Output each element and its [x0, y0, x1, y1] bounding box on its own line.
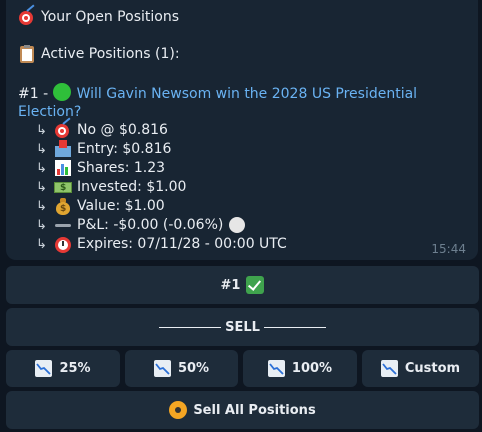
position-question: #1 - Will Gavin Newsom win the 2028 US P… [18, 83, 458, 121]
position-button-label: #1 [220, 277, 241, 293]
message-bubble: Your Open Positions Active Positions (1)… [6, 0, 478, 260]
detail-expires: ↳ Expires: 07/11/28 - 00:00 UTC [36, 235, 287, 253]
sell-custom-label: Custom [404, 361, 461, 376]
return-arrow-icon: ↳ [36, 160, 47, 176]
clipboard-icon [18, 45, 36, 63]
divider-line [159, 326, 222, 328]
detail-entry: ↳ Entry: $0.816 [36, 140, 171, 158]
active-positions-text: Active Positions (1): [41, 46, 180, 62]
return-arrow-icon: ↳ [36, 217, 47, 233]
shares-text: Shares: 1.23 [77, 160, 166, 176]
white-circle-icon [229, 217, 246, 233]
message-title: Your Open Positions [18, 4, 179, 26]
chart-decreasing-icon [153, 360, 171, 377]
detail-shares: ↳ Shares: 1.23 [36, 159, 165, 177]
pnl-text: P&L: -$0.00 (-0.06%) [77, 217, 224, 233]
detail-invested: ↳ $ Invested: $1.00 [36, 178, 186, 196]
divider-line [263, 326, 326, 328]
chart-decreasing-icon [267, 360, 285, 377]
detail-outcome: ↳ No @ $0.816 [36, 117, 168, 139]
outcome-text: No @ $0.816 [77, 122, 168, 138]
message-time: 15:44 [431, 242, 466, 256]
green-circle-icon [52, 83, 71, 101]
alarm-clock-icon [54, 235, 72, 253]
minus-icon [54, 216, 72, 234]
dart-icon [18, 4, 36, 26]
sell-header-button[interactable]: SELL [6, 308, 479, 346]
return-arrow-icon: ↳ [36, 198, 47, 214]
active-positions-label: Active Positions (1): [18, 45, 180, 63]
radioactive-icon [169, 401, 188, 419]
sell-all-label: Sell All Positions [193, 402, 316, 418]
sell-100-label: 100% [291, 361, 333, 376]
return-arrow-icon: ↳ [36, 236, 47, 252]
entry-text: Entry: $0.816 [77, 141, 172, 157]
cash-icon: $ [54, 178, 72, 196]
position-index: #1 - [18, 86, 49, 102]
sell-header-label: SELL [225, 319, 260, 335]
dart-icon [54, 117, 72, 139]
chart-decreasing-icon [35, 360, 53, 377]
sell-all-button[interactable]: Sell All Positions [6, 391, 479, 429]
sell-custom-button[interactable]: Custom [362, 350, 479, 387]
sell-25-label: 25% [59, 361, 91, 376]
sell-25-button[interactable]: 25% [6, 350, 120, 387]
money-bag-icon: $ [54, 197, 72, 215]
bar-chart-icon [54, 159, 72, 177]
detail-pnl: ↳ P&L: -$0.00 (-0.06%) [36, 216, 246, 234]
chart-decreasing-icon [380, 360, 398, 377]
return-arrow-icon: ↳ [36, 141, 47, 157]
question-link[interactable]: Will Gavin Newsom win the 2028 US Presid… [18, 86, 417, 120]
sell-100-button[interactable]: 100% [243, 350, 357, 387]
inbox-icon [54, 140, 72, 158]
invested-text: Invested: $1.00 [77, 179, 187, 195]
value-text: Value: $1.00 [77, 198, 165, 214]
detail-value: ↳ $ Value: $1.00 [36, 197, 165, 215]
return-arrow-icon: ↳ [36, 122, 47, 138]
expires-text: Expires: 07/11/28 - 00:00 UTC [77, 236, 287, 252]
return-arrow-icon: ↳ [36, 179, 47, 195]
position-1-button[interactable]: #1 [6, 266, 479, 304]
title-text: Your Open Positions [41, 9, 179, 25]
sell-50-label: 50% [177, 361, 210, 376]
sell-50-button[interactable]: 50% [125, 350, 238, 387]
check-icon [246, 276, 265, 294]
